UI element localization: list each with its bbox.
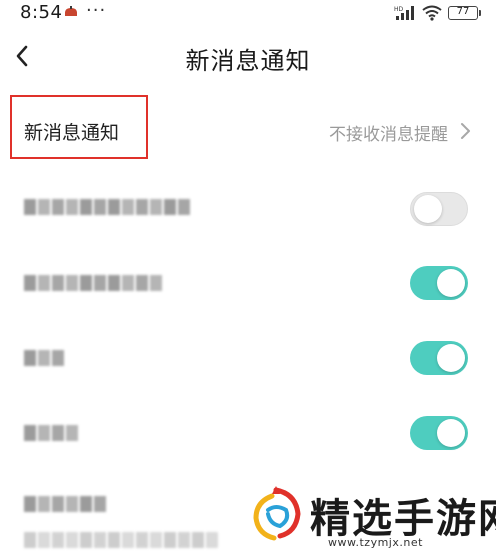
blurred-label (24, 275, 162, 293)
chevron-right-icon (461, 123, 470, 139)
header: 新消息通知 (0, 26, 496, 88)
watermark-logo-icon (253, 486, 301, 541)
status-icons: HD 77 (394, 4, 481, 22)
watermark: 精选手游网 www.tzymjx.net (246, 480, 496, 552)
notification-mode-value: 不接收消息提醒 (329, 125, 448, 145)
setting-row (0, 338, 496, 386)
blurred-label (24, 199, 190, 217)
setting-row (0, 263, 496, 311)
blurred-label (24, 350, 64, 368)
page-title: 新消息通知 (185, 47, 311, 75)
battery-level: 77 (456, 6, 470, 17)
wifi-icon (422, 5, 442, 21)
setting-toggle[interactable] (410, 341, 468, 375)
setting-toggle[interactable] (410, 416, 468, 450)
setting-toggle[interactable] (410, 192, 468, 226)
watermark-url: www.tzymjx.net (328, 536, 423, 549)
status-more-dots: ··· (86, 0, 107, 21)
toggle-knob (437, 344, 465, 372)
new-message-notification-label: 新消息通知 (24, 122, 120, 144)
signal-icon: HD (394, 6, 414, 20)
status-bar: 8:54 ··· HD 77 (0, 0, 496, 26)
toggle-knob (437, 269, 465, 297)
toggle-knob (437, 419, 465, 447)
blurred-label (24, 496, 106, 514)
battery-icon: 77 (448, 6, 481, 20)
setting-row (0, 185, 496, 233)
network-label: HD (394, 6, 404, 13)
setting-toggle[interactable] (410, 266, 468, 300)
app-notification-icon (65, 6, 77, 16)
status-time: 8:54 (20, 2, 63, 23)
setting-row (0, 413, 496, 461)
blurred-sublabel (24, 532, 218, 550)
toggle-knob (414, 195, 442, 223)
blurred-label (24, 425, 78, 443)
new-message-notification-row[interactable]: 新消息通知 不接收消息提醒 (0, 100, 496, 160)
